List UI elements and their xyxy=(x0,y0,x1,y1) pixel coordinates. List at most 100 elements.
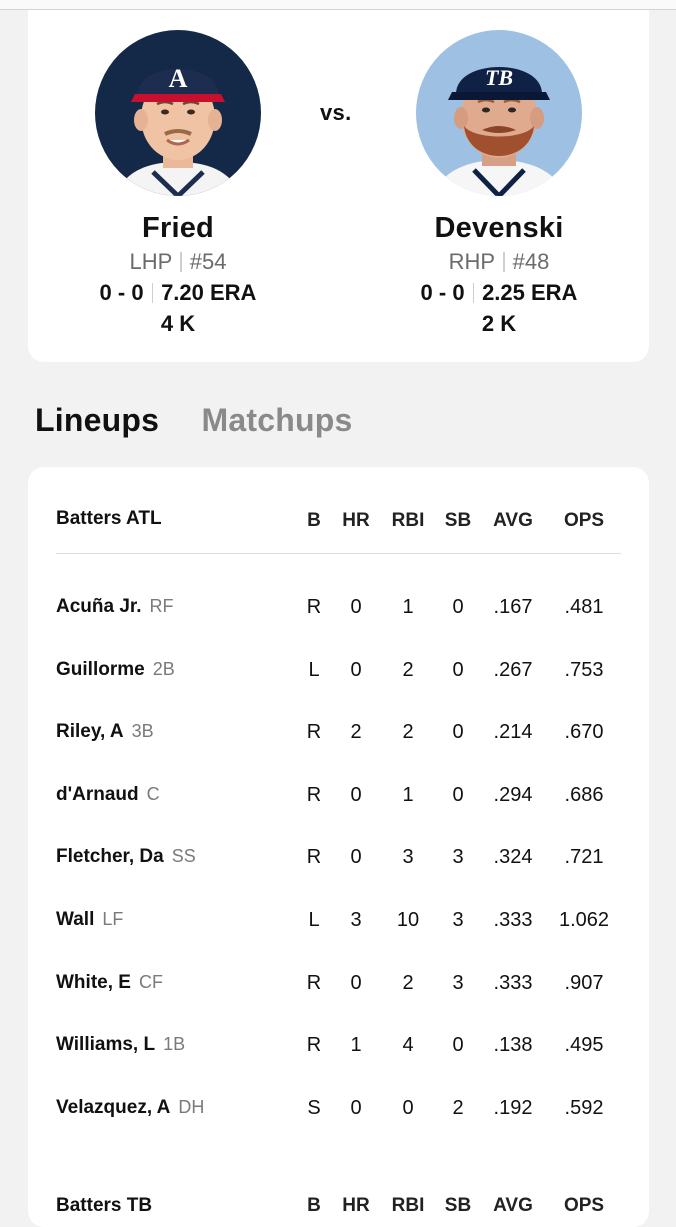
batter-name[interactable]: Guillorme xyxy=(56,659,145,680)
home-pitcher[interactable]: TB Devenski RHP #48 0 - 0 2.25 ERA 2 K xyxy=(379,30,619,337)
batter-position: LF xyxy=(102,908,124,929)
batter-name-cell: White, E CF xyxy=(56,972,163,994)
stat-ops-cell: .670 xyxy=(564,721,604,744)
away-pitcher-hand-number: LHP #54 xyxy=(58,249,298,275)
table-row[interactable]: Guillorme 2B L 0 2 0.267.753 xyxy=(56,639,621,702)
tab-lineups[interactable]: Lineups xyxy=(35,402,159,439)
home-pitcher-record: 0 - 0 xyxy=(420,280,465,305)
away-pitcher-era: 7.20 ERA xyxy=(161,280,257,305)
stat-ops-cell: .592 xyxy=(564,1096,604,1119)
team-batters-label: Batters ATL xyxy=(56,508,162,529)
stat-avg-cell: .138 xyxy=(493,1034,533,1057)
stat-ops-cell: .721 xyxy=(564,846,604,869)
column-header-avg[interactable]: AVG xyxy=(483,1195,543,1217)
column-header-sb[interactable]: SB xyxy=(428,510,488,532)
table-row[interactable]: Riley, A 3B R 2 2 0.214.670 xyxy=(56,701,621,764)
home-pitcher-hand: RHP xyxy=(448,249,496,274)
away-pitcher-record: 0 - 0 xyxy=(99,280,144,305)
batter-name-cell: Velazquez, A DH xyxy=(56,1097,204,1119)
away-pitcher-number: #54 xyxy=(189,249,227,274)
table-row[interactable]: Williams, L 1B R 1 4 0.138.495 xyxy=(56,1014,621,1077)
home-pitcher-avatar: TB xyxy=(416,30,582,196)
batters-table: Batters ATL B HR RBI SB AVG OPS Acuña Jr… xyxy=(56,467,621,1139)
away-pitcher-record-line: 0 - 0 7.20 ERA xyxy=(58,280,298,306)
away-pitcher-hand: LHP xyxy=(129,249,173,274)
batter-name[interactable]: Fletcher, Da xyxy=(56,846,164,867)
stat-ops-cell: .495 xyxy=(564,1034,604,1057)
stat-ops-cell: .686 xyxy=(564,783,604,806)
column-header-avg[interactable]: AVG xyxy=(483,510,543,532)
separator xyxy=(472,283,475,303)
rays-cap-logo: TB xyxy=(485,65,513,90)
stat-avg-cell: .333 xyxy=(493,971,533,994)
braves-cap-logo: A xyxy=(169,64,188,93)
home-pitcher-name: Devenski xyxy=(434,212,564,244)
batters-list: Acuña Jr. RF R 0 1 0.167.481 Guillorme 2B L 0 2 0.2… xyxy=(56,554,621,1139)
lineup-card: Batters ATL B HR RBI SB AVG OPS Acuña Jr… xyxy=(28,467,649,1227)
tab-matchups[interactable]: Matchups xyxy=(202,402,353,439)
separator xyxy=(180,252,182,272)
batter-name[interactable]: White, E xyxy=(56,972,131,993)
separator xyxy=(503,252,505,272)
probable-pitchers-card: A Fried LHP #54 0 - 0 7.20 ERA 4 K vs. T… xyxy=(28,10,649,362)
versus-label: vs. xyxy=(320,100,352,125)
stat-avg-cell: .192 xyxy=(493,1096,533,1119)
batter-name-cell: Wall LF xyxy=(56,909,123,931)
batter-name-cell: Guillorme 2B xyxy=(56,659,175,681)
lineup-tabs: Lineups Matchups xyxy=(35,402,390,442)
batter-name[interactable]: Acuña Jr. xyxy=(56,596,142,617)
batter-name-cell: Williams, L 1B xyxy=(56,1034,185,1056)
table-row[interactable]: Acuña Jr. RF R 0 1 0.167.481 xyxy=(56,576,621,639)
column-header-hr[interactable]: HR xyxy=(326,510,386,532)
batter-position: 3B xyxy=(131,721,154,742)
column-header-ops[interactable]: OPS xyxy=(554,510,614,532)
column-header-sb[interactable]: SB xyxy=(428,1195,488,1217)
separator xyxy=(151,283,154,303)
top-divider xyxy=(0,0,676,10)
batter-name-cell: Acuña Jr. RF xyxy=(56,596,174,618)
batter-name[interactable]: d'Arnaud xyxy=(56,784,139,805)
stat-ops-cell: .907 xyxy=(564,971,604,994)
batter-position: RF xyxy=(149,596,174,616)
home-pitcher-number: #48 xyxy=(512,249,550,274)
stat-ops-cell: 1.062 xyxy=(558,908,610,931)
batter-position: 1B xyxy=(163,1034,186,1055)
stat-avg-cell: .294 xyxy=(493,783,533,806)
batter-position: SS xyxy=(171,846,196,867)
stat-avg-cell: .324 xyxy=(493,846,533,869)
home-pitcher-record-line: 0 - 0 2.25 ERA xyxy=(379,280,619,306)
next-team-header: Batters TB B HR RBI SB AVG OPS xyxy=(56,1187,621,1217)
batter-name[interactable]: Williams, L xyxy=(56,1034,155,1055)
home-pitcher-era: 2.25 ERA xyxy=(482,280,578,305)
stat-avg-cell: .214 xyxy=(493,721,533,744)
batter-position: DH xyxy=(178,1096,205,1117)
away-pitcher-name: Fried xyxy=(142,212,214,244)
team-batters-label: Batters TB xyxy=(56,1195,153,1216)
batter-name[interactable]: Wall xyxy=(56,909,94,930)
batter-name-cell: Riley, A 3B xyxy=(56,721,154,743)
stat-avg-cell: .167 xyxy=(493,596,533,618)
column-header-ops[interactable]: OPS xyxy=(554,1195,614,1217)
batter-name[interactable]: Velazquez, A xyxy=(56,1097,170,1118)
table-header: Batters ATL B HR RBI SB AVG OPS xyxy=(56,467,621,554)
batter-name-cell: Fletcher, Da SS xyxy=(56,846,196,868)
batter-name-cell: d'Arnaud C xyxy=(56,784,160,806)
table-row[interactable]: Velazquez, A DH S 0 0 2.192.592 xyxy=(56,1077,621,1140)
table-row[interactable]: Wall LF L 3 10 3.333 1.062 xyxy=(56,889,621,952)
stat-avg-cell: .267 xyxy=(493,658,533,681)
table-row[interactable]: d'Arnaud C R 0 1 0.294.686 xyxy=(56,764,621,827)
column-header-hr[interactable]: HR xyxy=(326,1195,386,1217)
table-row[interactable]: White, E CF R 0 2 3.333.907 xyxy=(56,952,621,1015)
away-pitcher-avatar: A xyxy=(95,30,261,196)
batter-position: CF xyxy=(138,971,163,992)
table-row[interactable]: Fletcher, Da SS R 0 3 3.324.721 xyxy=(56,826,621,889)
batter-name[interactable]: Riley, A xyxy=(56,721,124,742)
batter-position: C xyxy=(146,783,160,804)
batter-position: 2B xyxy=(152,658,175,679)
home-pitcher-strikeouts: 2 K xyxy=(481,311,517,336)
stat-ops-cell: .481 xyxy=(564,596,604,618)
away-pitcher[interactable]: A Fried LHP #54 0 - 0 7.20 ERA 4 K xyxy=(58,30,298,337)
stat-ops-cell: .753 xyxy=(564,658,604,681)
home-pitcher-hand-number: RHP #48 xyxy=(379,249,619,275)
away-pitcher-strikeouts: 4 K xyxy=(160,311,196,336)
